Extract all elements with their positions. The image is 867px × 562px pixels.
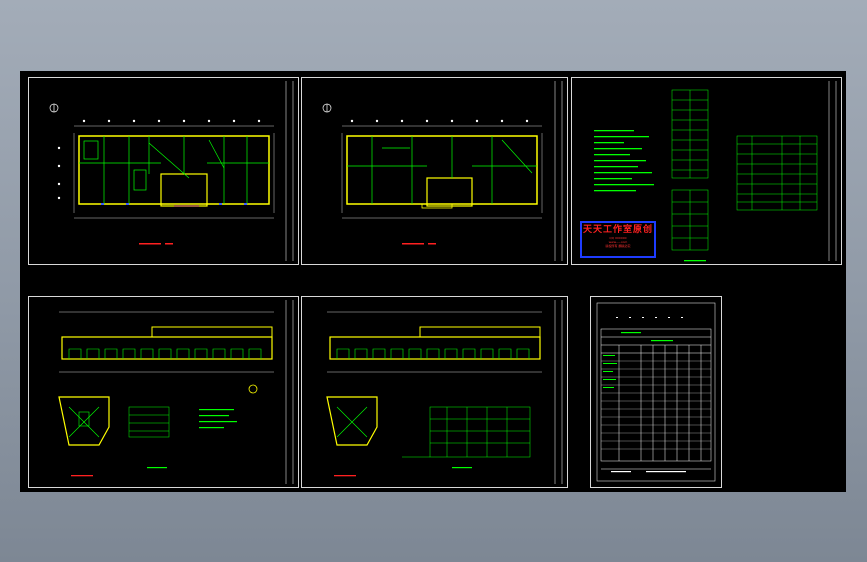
schedule-table-drawing	[596, 302, 716, 482]
elevation-2-drawing	[326, 300, 563, 484]
stamp-line-3: 版权所有 翻版必究	[605, 244, 631, 248]
elevation-1-drawing	[58, 300, 294, 484]
floor-plan-1-drawing	[49, 81, 294, 261]
cad-model-viewport[interactable]: 天天工作室原创 QQ 000000 www.---.com 版权所有 翻版必究	[20, 71, 846, 492]
drawing-sheet-2[interactable]	[301, 77, 568, 265]
floor-plan-2-drawing	[322, 81, 563, 261]
drawing-sheet-4[interactable]	[28, 296, 299, 488]
stamp-title: 天天工作室原创	[582, 225, 653, 235]
drawing-sheet-5[interactable]	[301, 296, 568, 488]
drawing-sheet-6[interactable]	[590, 296, 722, 488]
drawing-sheet-1[interactable]	[28, 77, 299, 265]
watermark-stamp: 天天工作室原创 QQ 000000 www.---.com 版权所有 翻版必究	[580, 221, 656, 258]
